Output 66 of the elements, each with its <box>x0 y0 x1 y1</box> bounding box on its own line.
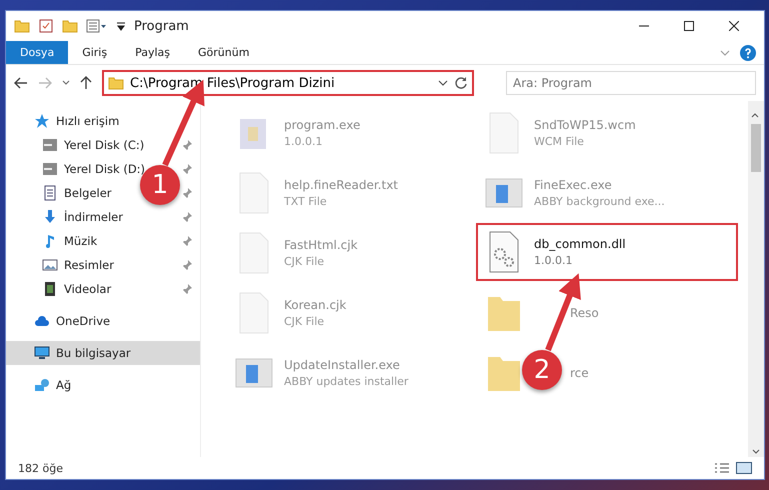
doc-icon <box>42 185 58 201</box>
ribbon-tab[interactable]: Dosya <box>6 41 68 64</box>
pin-icon[interactable] <box>182 212 192 222</box>
close-icon[interactable] <box>728 21 738 31</box>
window-title: Program <box>134 18 189 34</box>
nav-item[interactable]: Resimler <box>64 258 114 272</box>
file-detail: TXT File <box>284 195 328 208</box>
file-detail: CJK File <box>284 255 326 268</box>
pin-icon[interactable] <box>182 164 192 174</box>
nav-item[interactable]: OneDrive <box>56 314 110 328</box>
download-icon <box>42 209 58 225</box>
address-bar[interactable]: C:\Program Files\Program Dizini <box>102 70 474 96</box>
folder-icon <box>108 75 124 91</box>
nav-item[interactable]: Hızlı erişim <box>56 114 120 128</box>
large-icons-view-icon[interactable] <box>736 462 752 474</box>
file-detail: ABBY background exe... <box>534 195 665 208</box>
star-icon <box>34 113 50 129</box>
checklist-icon[interactable] <box>38 18 54 34</box>
pin-icon[interactable] <box>182 260 192 270</box>
file-detail: WCM File <box>534 135 585 148</box>
ribbon-tab[interactable]: Görünüm <box>184 41 264 64</box>
file-detail: 1.0.0.1 <box>534 254 574 267</box>
selected-file-item[interactable]: db_common.dll 1.0.0.1 <box>476 223 738 281</box>
ribbon-tab[interactable]: Paylaş <box>121 41 184 64</box>
nav-item[interactable]: Bu bilgisayar <box>56 346 131 360</box>
cloud-icon <box>34 313 50 329</box>
pin-icon[interactable] <box>182 188 192 198</box>
selected-nav-row[interactable]: Bu bilgisayar <box>6 341 200 365</box>
address-path: C:\Program Files\Program Dizini <box>130 76 336 90</box>
scroll-down-icon[interactable] <box>752 449 760 455</box>
scrollbar[interactable] <box>748 101 764 457</box>
file-detail: ABBY updates installer <box>284 375 408 388</box>
nav-item[interactable]: Ağ <box>56 378 72 392</box>
help-icon[interactable] <box>740 44 756 60</box>
video-icon <box>42 281 58 297</box>
pin-icon[interactable] <box>182 140 192 150</box>
nav-item[interactable]: İndirmeler <box>64 210 123 224</box>
minimize-icon[interactable] <box>638 25 648 27</box>
up-arrow-icon[interactable] <box>80 76 92 90</box>
pin-icon[interactable] <box>182 236 192 246</box>
refresh-icon[interactable] <box>454 76 468 90</box>
file-detail: 1.0.0.1 <box>284 135 324 148</box>
picture-icon <box>42 257 58 273</box>
scrollbar-thumb[interactable] <box>751 124 761 172</box>
file-name[interactable]: db_common.dll <box>534 237 626 251</box>
scroll-up-icon[interactable] <box>751 112 759 118</box>
chevron-down-icon[interactable] <box>438 80 448 86</box>
dropdown-icon[interactable] <box>116 21 126 31</box>
computer-icon <box>34 345 50 361</box>
nav-item[interactable]: Belgeler <box>64 186 112 200</box>
nav-item[interactable]: Yerel Disk (C:) <box>64 138 144 152</box>
network-icon <box>34 377 50 393</box>
nav-item[interactable]: Videolar <box>64 282 112 296</box>
properties-icon[interactable] <box>86 18 108 34</box>
back-arrow-icon[interactable] <box>14 77 28 89</box>
details-view-icon[interactable] <box>714 462 730 474</box>
maximize-icon[interactable] <box>684 21 694 31</box>
search-field[interactable]: Ara: Program <box>506 71 756 95</box>
drive-icon <box>42 161 58 177</box>
pin-icon[interactable] <box>182 284 192 294</box>
file-detail: CJK File <box>284 315 326 328</box>
chevron-down-icon[interactable] <box>62 80 70 86</box>
drive-icon <box>42 137 58 153</box>
nav-item[interactable]: Müzik <box>64 234 98 248</box>
ribbon-tab[interactable]: Giriş <box>68 41 122 64</box>
item-count: 182 öğe <box>18 462 63 474</box>
